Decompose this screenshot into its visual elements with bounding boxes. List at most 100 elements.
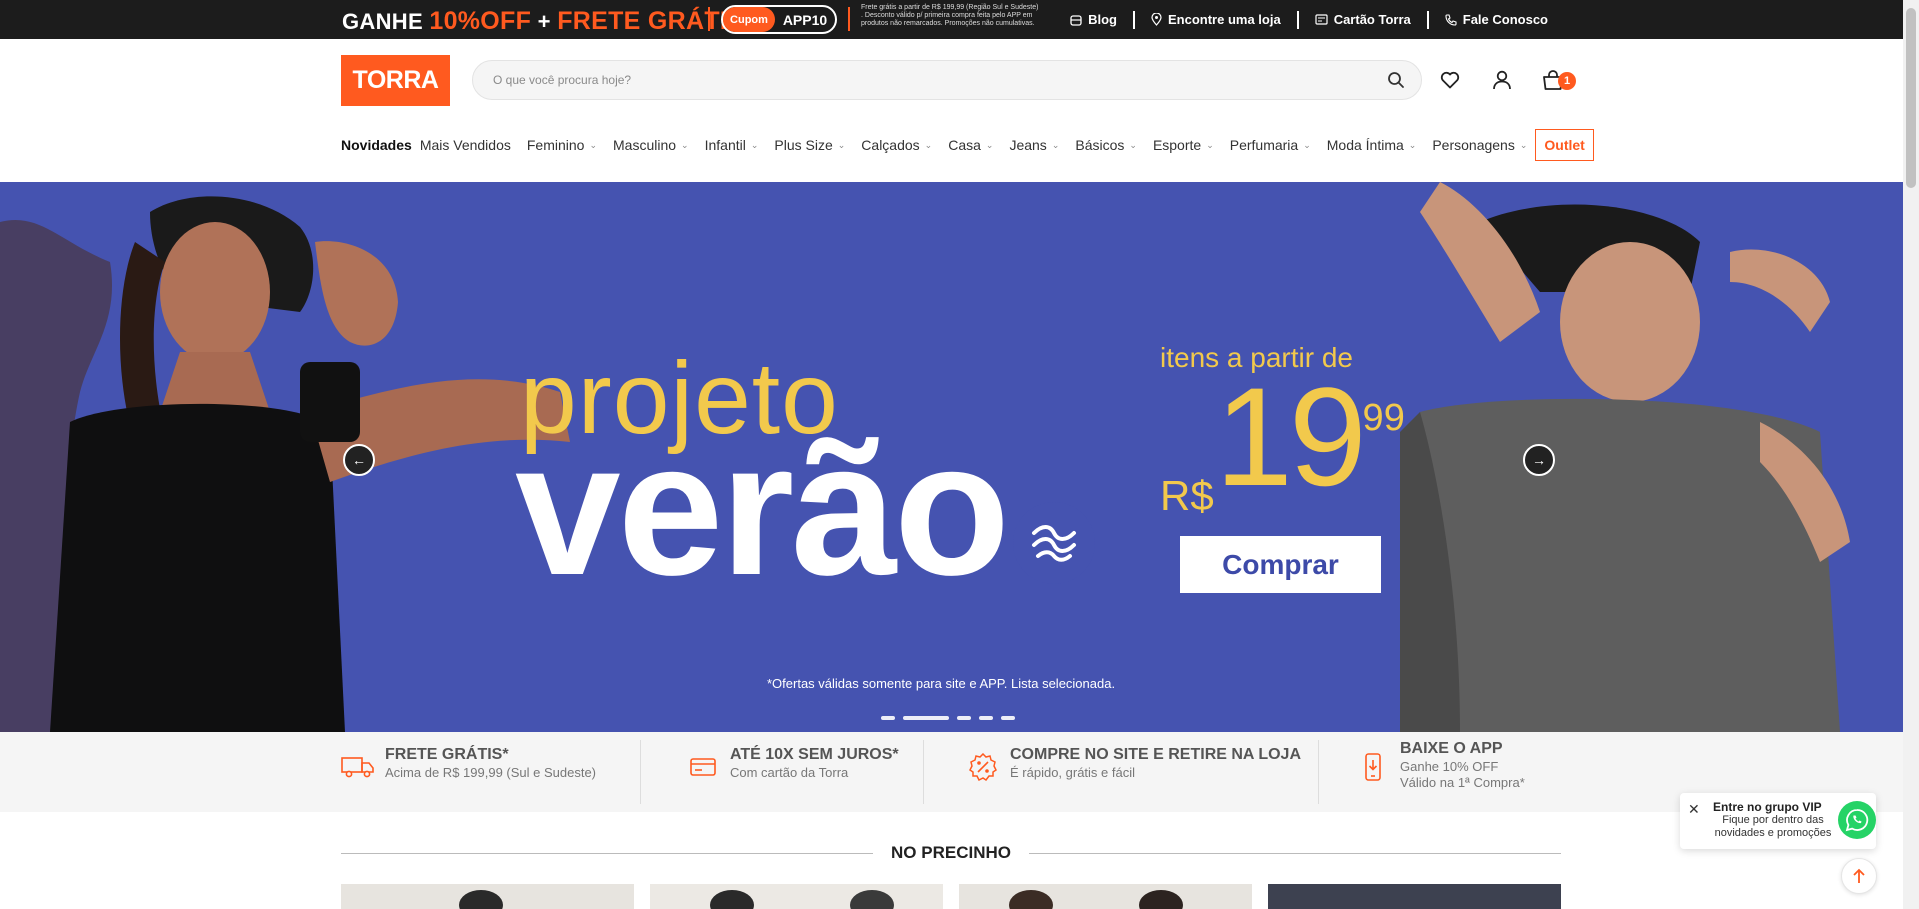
buy-button[interactable]: Comprar <box>1180 536 1381 593</box>
nav-item-jeans[interactable]: Jeans ⌄ <box>1009 137 1059 153</box>
promo-topbar: GANHE 10%OFF + FRETE GRÁTIS Cupom APP10 … <box>0 0 1903 39</box>
benefit-pickup-in-store: COMPRE NO SITE E RETIRE NA LOJA É rápido… <box>966 746 1301 784</box>
section-header: NO PRECINHO <box>341 843 1561 863</box>
nav-item-masculino[interactable]: Masculino ⌄ <box>613 137 689 153</box>
carousel-dot[interactable] <box>957 716 971 720</box>
torra-logo[interactable]: TORRA <box>341 55 450 106</box>
benefit-subtitle: Acima de R$ 199,99 (Sul e Sudeste) <box>385 765 597 780</box>
credit-card-icon <box>686 750 720 784</box>
chevron-down-icon: ⌄ <box>1051 139 1060 150</box>
nav-item-casa[interactable]: Casa ⌄ <box>948 137 993 153</box>
nav-item-calcados[interactable]: Calçados ⌄ <box>861 137 932 153</box>
section-title: NO PRECINHO <box>891 843 1011 862</box>
main-nav: Novidades Mais Vendidos Feminino ⌄ Mascul… <box>341 127 1594 163</box>
product-image <box>710 890 754 909</box>
hero-price-cents: ,99 <box>1352 397 1405 439</box>
nav-item-novidades[interactable]: Novidades <box>341 137 412 153</box>
vip-title: Entre no grupo VIP <box>1713 800 1822 814</box>
wishlist-button[interactable] <box>1438 68 1462 92</box>
carousel-dot[interactable] <box>979 716 993 720</box>
benefit-subtitle: Com cartão da Torra <box>730 765 849 780</box>
blog-icon <box>1070 14 1082 26</box>
carousel-dot-active[interactable] <box>903 716 949 720</box>
nav-item-personagens[interactable]: Personagens ⌄ <box>1432 137 1527 153</box>
toplink-label: Encontre uma loja <box>1167 12 1281 27</box>
benefits-strip: FRETE GRÁTIS* Acima de R$ 199,99 (Sul e … <box>0 732 1903 812</box>
carousel-prev-button[interactable]: ← <box>343 444 375 476</box>
promo-divider <box>708 7 710 31</box>
benefit-subtitle: Válido na 1ª Compra* <box>1400 775 1525 790</box>
search-input[interactable] <box>493 73 1387 87</box>
nav-label: Perfumaria <box>1229 137 1299 153</box>
coupon-pill[interactable]: Cupom APP10 <box>721 5 837 34</box>
nav-item-outlet[interactable]: Outlet <box>1535 129 1594 161</box>
nav-item-feminino[interactable]: Feminino ⌄ <box>527 137 597 153</box>
search-bar[interactable] <box>472 60 1422 100</box>
nav-item-mais-vendidos[interactable]: Mais Vendidos <box>420 137 511 153</box>
carousel-dot[interactable] <box>1001 716 1015 720</box>
wave-logo-icon <box>1013 502 1095 584</box>
percent-badge-icon <box>966 750 1000 784</box>
toplink-store-locator[interactable]: Encontre uma loja <box>1132 10 1297 29</box>
phone-icon <box>1445 13 1457 26</box>
chevron-down-icon: ⌄ <box>1408 139 1417 150</box>
nav-item-esporte[interactable]: Esporte ⌄ <box>1153 137 1214 153</box>
toplink-label: Blog <box>1088 12 1117 27</box>
promo-headline: GANHE 10%OFF + FRETE GRÁTIS <box>342 7 744 36</box>
heart-icon <box>1440 71 1460 89</box>
nav-item-basicos[interactable]: Básicos ⌄ <box>1075 137 1137 153</box>
toplink-contact[interactable]: Fale Conosco <box>1426 10 1564 29</box>
nav-item-perfumaria[interactable]: Perfumaria ⌄ <box>1230 137 1311 153</box>
hero-banner[interactable]: projeto verão itens a partir de R$ 19 ,9… <box>0 182 1903 732</box>
scrollbar-thumb[interactable] <box>1906 8 1916 188</box>
chevron-down-icon: ⌄ <box>1303 139 1311 150</box>
nav-label: Feminino <box>526 137 585 153</box>
product-card[interactable] <box>341 884 634 909</box>
promo-terms: Frete grátis a partir de R$ 199,99 (Regi… <box>861 4 1039 27</box>
card-icon <box>1315 14 1328 25</box>
nav-label: Casa <box>948 137 981 153</box>
cart-count-badge: 1 <box>1558 72 1576 90</box>
hero-title-line2: verão <box>515 403 1010 615</box>
benefit-title: ATÉ 10X SEM JUROS* <box>730 746 899 763</box>
arrow-up-icon <box>1853 868 1865 883</box>
nav-item-infantil[interactable]: Infantil ⌄ <box>705 137 759 153</box>
coupon-code: APP10 <box>782 11 828 28</box>
product-card[interactable] <box>650 884 943 909</box>
nav-label: Personagens <box>1432 137 1515 153</box>
carousel-next-button[interactable]: → <box>1523 444 1555 476</box>
promo-discount: 10%OFF <box>429 7 532 35</box>
nav-label: Jeans <box>1009 137 1047 153</box>
product-image <box>850 890 894 909</box>
benefit-download-app[interactable]: BAIXE O APP Ganhe 10% OFF Válido na 1ª C… <box>1356 740 1525 790</box>
nav-label: Moda Íntima <box>1326 137 1404 153</box>
chevron-down-icon: ⌄ <box>1519 139 1528 150</box>
promo-ganhe: GANHE <box>342 9 423 34</box>
location-pin-icon <box>1151 13 1162 26</box>
product-card[interactable] <box>1268 884 1561 909</box>
product-image <box>1009 890 1053 909</box>
hero-disclaimer: *Ofertas válidas somente para site e APP… <box>767 676 1116 691</box>
carousel-dot[interactable] <box>881 716 895 720</box>
nav-label: Masculino <box>613 137 677 153</box>
nav-label: Calçados <box>861 137 920 153</box>
product-image <box>459 890 503 909</box>
whatsapp-button[interactable] <box>1838 801 1876 839</box>
cart-button[interactable]: 1 <box>1542 68 1582 92</box>
toplink-blog[interactable]: Blog <box>1054 11 1133 29</box>
user-icon <box>1493 70 1511 90</box>
account-button[interactable] <box>1490 68 1514 92</box>
nav-item-moda-intima[interactable]: Moda Íntima ⌄ <box>1327 137 1417 153</box>
scroll-to-top-button[interactable] <box>1841 858 1877 894</box>
toplink-torra-card[interactable]: Cartão Torra <box>1296 10 1427 29</box>
nav-label: Esporte <box>1152 137 1202 153</box>
search-icon[interactable] <box>1387 71 1405 89</box>
benefit-title: COMPRE NO SITE E RETIRE NA LOJA <box>1010 746 1301 763</box>
divider <box>640 740 641 804</box>
benefit-subtitle: É rápido, grátis e fácil <box>1010 765 1136 780</box>
product-card[interactable] <box>959 884 1252 909</box>
smartphone-icon <box>1356 750 1390 784</box>
product-image <box>1139 890 1183 909</box>
chevron-down-icon: ⌄ <box>1129 139 1137 150</box>
nav-item-plus-size[interactable]: Plus Size ⌄ <box>774 137 845 153</box>
